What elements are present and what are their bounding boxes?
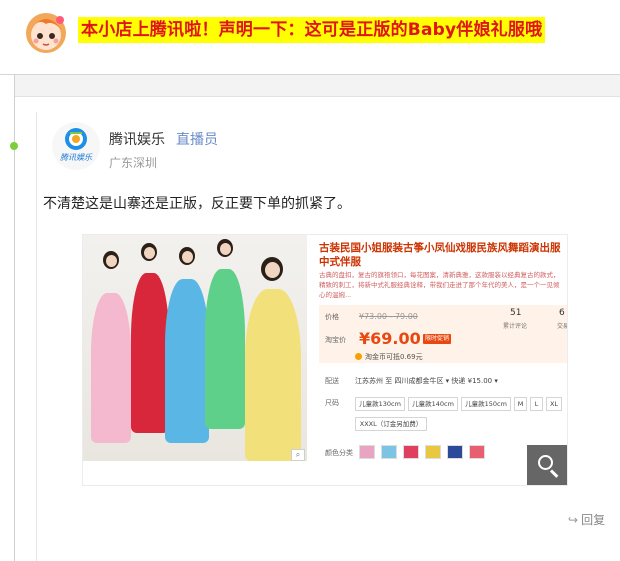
coin-icon: [355, 353, 362, 360]
color-swatch[interactable]: [469, 445, 485, 459]
post-image[interactable]: ⌕ 古装民国小姐服装古筝小凤仙戏服民族风舞蹈演出服中式伴服 古典的盘扣，复古的旗…: [82, 234, 568, 486]
cartoon-girl-avatar-icon: [26, 13, 66, 53]
color-swatch[interactable]: [381, 445, 397, 459]
size-option[interactable]: M: [514, 397, 527, 411]
color-label: 颜色分类: [325, 449, 353, 457]
size-option[interactable]: 儿童款140cm: [408, 397, 458, 411]
product-title: 古装民国小姐服装古筝小凤仙戏服民族风舞蹈演出服中式伴服: [319, 242, 561, 268]
price-label: 价格: [325, 313, 339, 321]
review-count: 51: [510, 308, 522, 318]
top-strip: [15, 75, 620, 97]
photo-zoom-badge-icon: ⌕: [291, 449, 305, 461]
author-role-badge[interactable]: 直播员: [176, 129, 218, 149]
color-swatch[interactable]: [359, 445, 375, 459]
size-option[interactable]: XXXL（订金另加费）: [355, 417, 427, 431]
color-swatch[interactable]: [425, 445, 441, 459]
timeline-dot: [10, 142, 18, 150]
model-yellow: [245, 289, 301, 461]
author-location: 广东深圳: [109, 156, 158, 170]
size-label: 尺码: [325, 399, 339, 407]
taobao-price-label: 淘宝价: [325, 336, 346, 344]
model-pink: [91, 293, 131, 443]
current-price: ¥69.00: [359, 329, 421, 348]
size-option[interactable]: L: [530, 397, 543, 411]
model-face: [144, 247, 155, 259]
magnifier-handle: [549, 469, 559, 478]
trade-count-label: 交易: [557, 323, 568, 330]
tencent-logo-icon: [65, 128, 87, 150]
reply-button[interactable]: ↪ 回复: [568, 511, 605, 528]
caption-banner: 本小店上腾讯啦！声明一下：这可是正版的Baby伴娘礼服哦: [0, 0, 620, 62]
color-swatch[interactable]: [447, 445, 463, 459]
shipping-label: 配送: [325, 377, 339, 385]
model-face: [220, 243, 231, 255]
color-swatch[interactable]: [403, 445, 419, 459]
review-count-label: 累计评论: [503, 323, 528, 330]
size-option[interactable]: 儿童款150cm: [461, 397, 511, 411]
original-price: ¥73.00 - 79.00: [359, 312, 418, 321]
reply-label: 回复: [581, 513, 606, 527]
logo-text: 腾讯娱乐: [60, 153, 92, 162]
reply-arrow-icon: ↪: [568, 513, 579, 527]
model-face: [182, 251, 193, 263]
magnifier-icon: [538, 455, 553, 470]
post-text: 不清楚这是山寨还是正版，反正要下单的抓紧了。: [43, 196, 351, 212]
author-name[interactable]: 腾讯娱乐: [109, 129, 165, 149]
promo-badge: 限时促销: [423, 334, 452, 344]
size-option[interactable]: XL: [546, 397, 562, 411]
zoom-button[interactable]: [527, 445, 567, 485]
shipping-selector[interactable]: 江苏苏州 至 四川成都金牛区 ▾ 快递 ¥15.00 ▾: [355, 376, 498, 386]
coin-info: 淘金币可抵0.69元: [355, 352, 423, 362]
product-description: 古典的盘扣，复古的旗袍领口，每花图案，清新典雅，这款服装以经典复古的款式，精致的…: [319, 271, 560, 299]
caption-text: 本小店上腾讯啦！声明一下：这可是正版的Baby伴娘礼服哦: [78, 17, 546, 43]
model-green: [205, 269, 245, 429]
size-option[interactable]: 儿童款130cm: [355, 397, 405, 411]
trade-count: 6: [559, 308, 565, 318]
author-avatar[interactable]: 腾讯娱乐: [52, 122, 100, 170]
model-face: [106, 255, 117, 267]
model-face: [265, 262, 280, 278]
product-photo: ⌕: [83, 235, 307, 461]
model-red: [131, 273, 169, 433]
coin-text: 淘金币可抵0.69元: [365, 353, 423, 361]
model-blue: [165, 279, 209, 443]
